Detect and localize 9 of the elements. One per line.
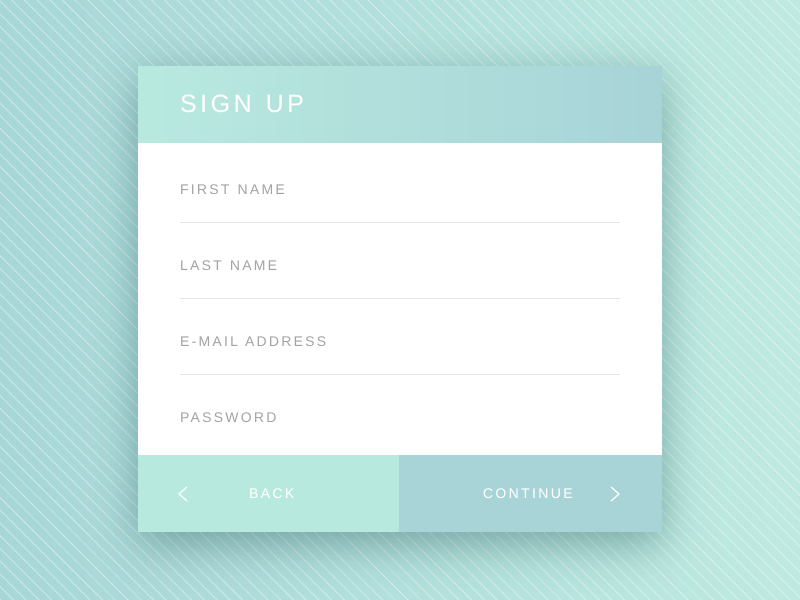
chevron-left-icon <box>178 486 188 502</box>
input-field[interactable]: PASSWORD <box>180 383 620 451</box>
input-field[interactable]: E-MAIL ADDRESS <box>180 307 620 375</box>
back-button[interactable]: BACK <box>138 455 399 532</box>
form-title: SIGN UP <box>180 92 308 117</box>
input-field[interactable]: LAST NAME <box>180 231 620 299</box>
continue-button[interactable]: CONTINUE <box>399 455 662 532</box>
input-field[interactable]: FIRST NAME <box>180 155 620 223</box>
chevron-right-icon <box>610 486 620 502</box>
